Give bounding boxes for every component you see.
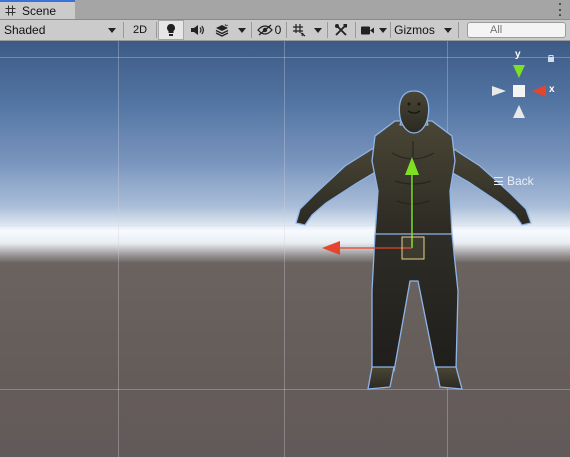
effects-toggle[interactable] <box>210 20 234 40</box>
gizmos-toggle[interactable]: Gizmos <box>391 20 438 40</box>
move-tool-gizmo[interactable] <box>0 41 570 457</box>
scene-visibility-toggle[interactable]: 0 <box>254 20 284 40</box>
divider <box>251 22 252 38</box>
eye-hidden-icon <box>256 24 273 36</box>
y-axis-cone <box>513 65 525 78</box>
toggle-2d-label: 2D <box>132 24 148 36</box>
chevron-down-icon <box>238 27 246 33</box>
toggle-2d-button[interactable]: 2D <box>126 20 154 40</box>
y-axis-label: y <box>515 49 521 60</box>
grid-icon <box>5 5 16 16</box>
camera-settings-button[interactable] <box>357 20 377 40</box>
lighting-toggle[interactable] <box>158 20 184 40</box>
divider <box>355 22 356 38</box>
hidden-count: 0 <box>274 23 282 37</box>
camera-dropdown[interactable] <box>376 20 389 40</box>
tab-scene[interactable]: Scene <box>0 0 75 19</box>
audio-toggle[interactable] <box>185 20 209 40</box>
x-axis-arrow[interactable] <box>322 241 340 255</box>
chevron-down-icon <box>314 27 322 33</box>
divider <box>327 22 328 38</box>
gizmos-label: Gizmos <box>394 23 435 37</box>
tab-bar: Scene <box>0 0 570 20</box>
x-axis-label: x <box>549 84 555 95</box>
layers-icon <box>215 23 229 37</box>
shading-mode-label: Shaded <box>4 23 46 37</box>
chevron-down-icon <box>378 27 387 33</box>
scene-toolbar: Shaded 2D 0 Gizmos All <box>0 20 570 41</box>
chevron-down-icon <box>108 27 116 33</box>
divider <box>286 22 287 38</box>
tools-icon <box>335 24 347 36</box>
chevron-down-icon <box>443 27 452 33</box>
gizmos-dropdown[interactable] <box>439 20 456 40</box>
tab-label: Scene <box>22 3 57 18</box>
y-axis-arrow[interactable] <box>405 157 419 175</box>
orientation-gizmo[interactable] <box>488 55 568 125</box>
component-tools-button[interactable] <box>329 20 353 40</box>
divider <box>156 22 157 38</box>
grid-dropdown[interactable] <box>311 20 325 40</box>
speaker-icon <box>191 25 204 35</box>
grid-toggle[interactable] <box>288 20 310 40</box>
view-direction-text: Back <box>507 174 534 188</box>
center-cube <box>513 85 525 97</box>
search-input[interactable] <box>467 22 566 38</box>
grid-snap-icon <box>293 24 306 37</box>
lock-icon <box>548 57 554 62</box>
effects-dropdown[interactable] <box>235 20 249 40</box>
scene-viewport[interactable]: y x Back <box>0 41 570 457</box>
divider <box>123 22 124 38</box>
plane-handle[interactable] <box>401 236 425 260</box>
view-direction-label[interactable]: Back <box>494 174 534 188</box>
neg-x-axis-cone <box>492 86 506 96</box>
menu-icon <box>494 177 503 185</box>
camera-icon <box>360 26 374 34</box>
unity-scene-window: Scene Shaded 2D 0 Gizmos All y x Back <box>0 0 570 457</box>
neg-y-axis-cone <box>513 105 525 118</box>
more-options-icon[interactable] <box>558 3 562 16</box>
divider <box>458 22 459 38</box>
x-axis-cone <box>532 85 546 97</box>
lightbulb-icon <box>167 24 175 36</box>
shading-mode-dropdown[interactable]: Shaded <box>0 20 121 40</box>
